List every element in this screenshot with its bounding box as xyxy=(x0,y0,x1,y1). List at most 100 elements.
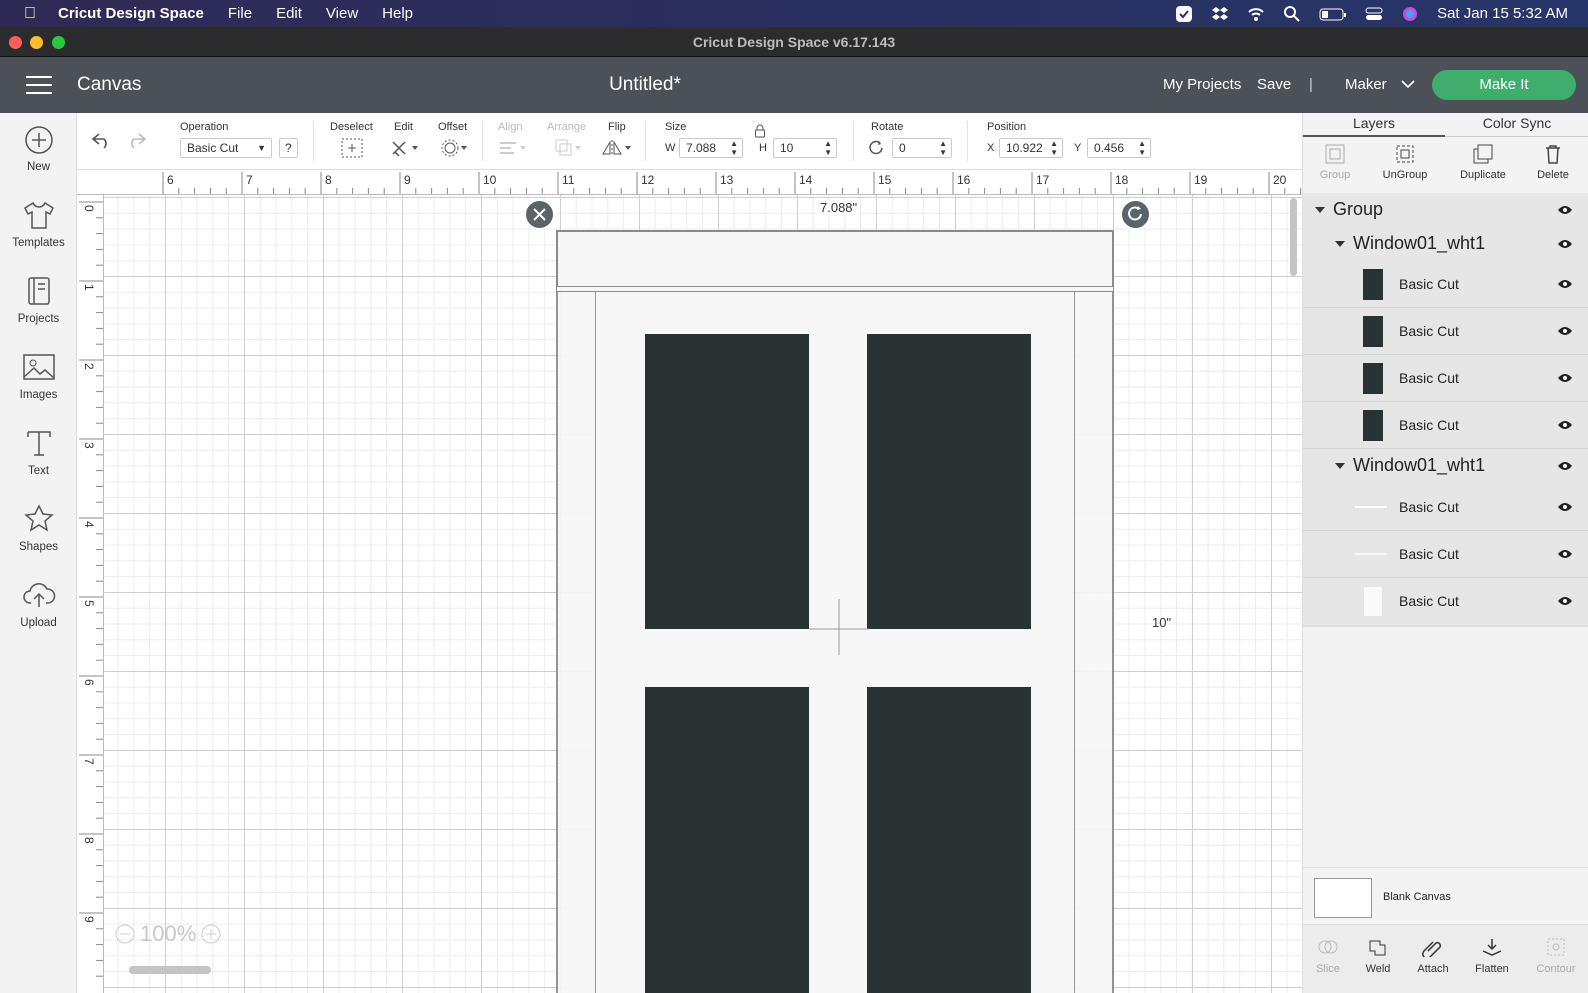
control-center-icon[interactable] xyxy=(1365,5,1383,23)
rotate-input[interactable]: 0 ▲ ▼ xyxy=(892,138,952,158)
collapse-caret-icon[interactable] xyxy=(1335,241,1345,247)
save-button[interactable]: Save xyxy=(1257,76,1291,93)
duplicate-button[interactable]: Duplicate xyxy=(1448,143,1518,181)
operation-select[interactable]: Basic Cut ▼ xyxy=(180,138,272,158)
flatten-button[interactable]: Flatten xyxy=(1467,939,1517,983)
collapse-caret-icon[interactable] xyxy=(1315,207,1325,213)
stepper-icon[interactable]: ▲ ▼ xyxy=(1050,139,1058,157)
height-input[interactable]: 10 ▲ ▼ xyxy=(773,138,837,158)
visibility-eye-icon[interactable] xyxy=(1557,279,1573,289)
flatten-icon xyxy=(1482,939,1502,956)
sidebar-item-upload[interactable]: Upload xyxy=(0,579,77,629)
vertical-scrollbar[interactable] xyxy=(1290,198,1297,276)
close-window-button[interactable] xyxy=(9,36,22,49)
layer-group-row[interactable]: Group xyxy=(1303,193,1588,227)
visibility-eye-icon[interactable] xyxy=(1557,326,1573,336)
menu-clock[interactable]: Sat Jan 15 5:32 AM xyxy=(1437,5,1568,22)
sidebar-item-projects[interactable]: Projects xyxy=(0,275,77,325)
sidebar-item-images[interactable]: Images xyxy=(0,351,77,401)
sidebar-item-text[interactable]: Text xyxy=(0,427,77,477)
position-y-input[interactable]: 0.456 ▲ ▼ xyxy=(1087,138,1151,158)
stepper-icon[interactable]: ▲ ▼ xyxy=(1138,139,1146,157)
sidebar-item-new[interactable]: New xyxy=(0,125,77,173)
flip-icon[interactable] xyxy=(602,138,634,158)
delete-button-label: Delete xyxy=(1537,169,1569,181)
my-projects-button[interactable]: My Projects xyxy=(1163,76,1241,93)
machine-select[interactable]: Maker xyxy=(1345,76,1415,93)
position-x-input[interactable]: 10.922 ▲ ▼ xyxy=(999,138,1063,158)
blank-canvas-swatch[interactable] xyxy=(1314,878,1372,918)
window-pane-bottom-left[interactable] xyxy=(645,687,809,993)
battery-icon[interactable] xyxy=(1319,5,1347,23)
menu-file[interactable]: File xyxy=(228,5,252,22)
minimize-window-button[interactable] xyxy=(30,36,43,49)
undo-icon[interactable] xyxy=(91,131,113,149)
menu-app-name[interactable]: Cricut Design Space xyxy=(58,5,204,22)
window-pane-top-left[interactable] xyxy=(645,334,809,629)
subgroup-row[interactable]: Window01_wht1 xyxy=(1303,449,1588,484)
layer-row[interactable]: Basic Cut xyxy=(1303,261,1588,308)
visibility-eye-icon[interactable] xyxy=(1557,373,1573,383)
window-left-trim[interactable] xyxy=(556,292,596,993)
layer-row[interactable]: Basic Cut xyxy=(1303,484,1588,531)
horizontal-scrollbar[interactable] xyxy=(129,966,211,974)
design-canvas[interactable]: 7.088" 10" 100% xyxy=(104,195,1302,993)
zoom-window-button[interactable] xyxy=(52,36,65,49)
tab-color-sync[interactable]: Color Sync xyxy=(1445,113,1588,137)
make-it-button[interactable]: Make It xyxy=(1432,70,1576,100)
operation-help-button[interactable]: ? xyxy=(279,138,298,158)
layer-row[interactable]: Basic Cut xyxy=(1303,402,1588,449)
layer-row[interactable]: Basic Cut xyxy=(1303,531,1588,578)
visibility-eye-icon[interactable] xyxy=(1557,461,1573,471)
width-input[interactable]: 7.088 ▲ ▼ xyxy=(679,138,743,158)
collapse-caret-icon[interactable] xyxy=(1335,463,1345,469)
siri-icon[interactable] xyxy=(1401,5,1419,23)
zoom-out-icon[interactable] xyxy=(114,923,136,945)
stepper-icon[interactable]: ▲ ▼ xyxy=(824,139,832,157)
layer-row[interactable]: Basic Cut xyxy=(1303,578,1588,625)
menu-edit[interactable]: Edit xyxy=(276,5,302,22)
window-header-shape[interactable] xyxy=(556,230,1114,288)
weld-button[interactable]: Weld xyxy=(1353,940,1403,983)
visibility-eye-icon[interactable] xyxy=(1557,596,1573,606)
visibility-eye-icon[interactable] xyxy=(1557,502,1573,512)
visibility-eye-icon[interactable] xyxy=(1557,549,1573,559)
tab-layers[interactable]: Layers xyxy=(1303,113,1445,137)
slice-button[interactable]: Slice xyxy=(1303,940,1353,983)
wifi-icon[interactable] xyxy=(1247,5,1265,23)
rotate-handle[interactable] xyxy=(1120,199,1151,230)
layer-row[interactable]: Basic Cut xyxy=(1303,355,1588,402)
group-button[interactable]: Group xyxy=(1300,143,1370,181)
menu-help[interactable]: Help xyxy=(382,5,413,22)
window-pane-bottom-right[interactable] xyxy=(867,687,1031,993)
stepper-icon[interactable]: ▲ ▼ xyxy=(730,139,738,157)
layer-row[interactable]: Basic Cut xyxy=(1303,308,1588,355)
dropbox-icon[interactable] xyxy=(1211,5,1229,23)
offset-icon[interactable] xyxy=(441,138,469,158)
rotate-icon[interactable] xyxy=(868,140,886,156)
visibility-eye-icon[interactable] xyxy=(1557,205,1573,215)
blank-canvas-row[interactable]: Blank Canvas xyxy=(1303,867,1588,923)
delete-button[interactable]: Delete xyxy=(1518,143,1588,181)
zoom-in-icon[interactable] xyxy=(200,923,222,945)
visibility-eye-icon[interactable] xyxy=(1557,239,1573,249)
edit-tools-icon[interactable] xyxy=(390,138,420,158)
sidebar-item-shapes[interactable]: Shapes xyxy=(0,503,77,553)
ungroup-button[interactable]: UnGroup xyxy=(1370,143,1440,181)
menu-view[interactable]: View xyxy=(326,5,358,22)
redo-icon[interactable] xyxy=(125,131,147,149)
delete-handle[interactable] xyxy=(524,199,555,230)
attach-button[interactable]: Attach xyxy=(1408,941,1458,983)
subgroup-row[interactable]: Window01_wht1 xyxy=(1303,227,1588,261)
deselect-icon[interactable] xyxy=(341,138,363,158)
lock-icon[interactable] xyxy=(754,124,766,138)
window-right-trim[interactable] xyxy=(1074,292,1114,993)
checklist-icon[interactable] xyxy=(1175,5,1193,23)
apple-icon[interactable]:  xyxy=(24,5,36,23)
stepper-icon[interactable]: ▲ ▼ xyxy=(939,139,947,157)
search-icon[interactable] xyxy=(1283,5,1301,23)
contour-button[interactable]: Contour xyxy=(1531,938,1581,983)
window-pane-top-right[interactable] xyxy=(867,334,1031,629)
sidebar-item-templates[interactable]: Templates xyxy=(0,199,77,249)
visibility-eye-icon[interactable] xyxy=(1557,420,1573,430)
